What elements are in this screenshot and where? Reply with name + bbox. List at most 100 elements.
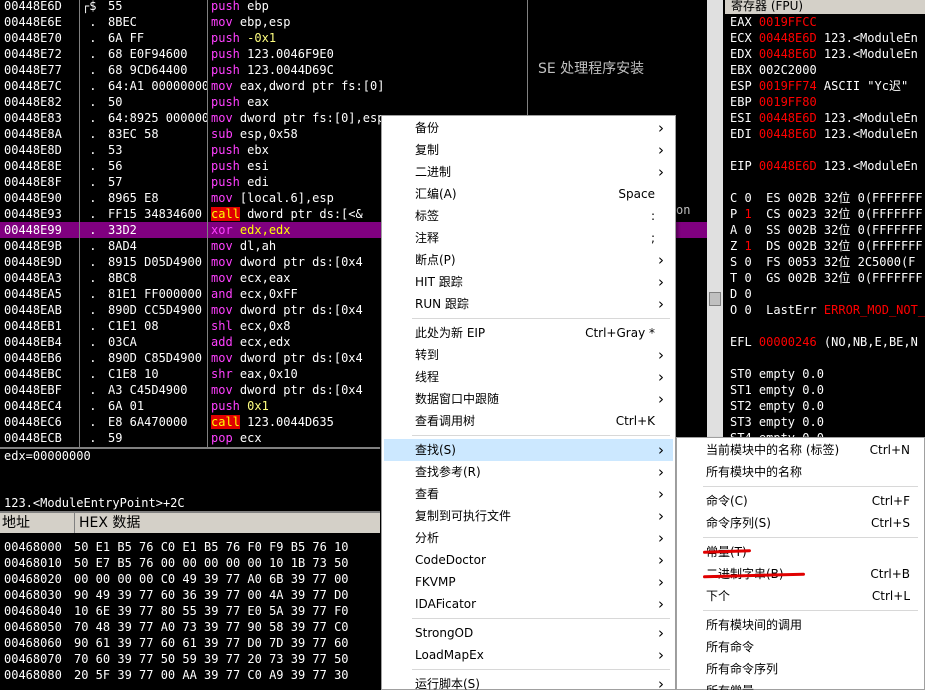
hex-dump-row[interactable]: 00468000 50 E1 B5 76 C0 E1 B5 76 F0 F9 B5…: [0, 539, 380, 555]
menu-separator: [703, 486, 918, 487]
disassembly-row[interactable]: 00448E7C . 64:A1 00000000 mov eax,dword pt…: [0, 78, 722, 94]
menu-hit-trace[interactable]: HIT 跟踪 ›: [384, 271, 673, 293]
register-row[interactable]: Z 1 DS 002B 32位 0(FFFFFFF: [730, 238, 923, 254]
menu-breakpoint[interactable]: 断点(P) ›: [384, 249, 673, 271]
hex-column-header[interactable]: HEX 数据: [74, 513, 140, 533]
menu-assemble[interactable]: 汇编(A) Space: [384, 183, 673, 205]
jump-marker: .: [82, 239, 97, 253]
menu-search[interactable]: 查找(S) ›: [384, 439, 673, 461]
register-row[interactable]: EFL 00000246 (NO,NB,E,BE,N: [730, 334, 918, 350]
hex-dump-row[interactable]: 00468070 70 60 39 77 50 59 39 77 20 73 39…: [0, 651, 380, 667]
submenu-command[interactable]: 命令(C) Ctrl+F: [679, 490, 924, 512]
register-row[interactable]: O 0 LastErr ERROR_MOD_NOT_: [730, 302, 925, 318]
instruction-hex: FF15 34834600: [108, 207, 202, 221]
menu-loadmapex[interactable]: LoadMapEx ›: [384, 644, 673, 666]
menu-analysis[interactable]: 分析 ›: [384, 527, 673, 549]
submenu-all-command-sequences[interactable]: 所有命令序列: [679, 658, 924, 680]
submenu-arrow-icon: ›: [658, 573, 664, 591]
instruction-address: 00448E8D: [4, 143, 62, 157]
register-comment: DS 002B 32位 0(FFFFFFF: [751, 239, 923, 253]
disassembly-row[interactable]: 00448E6D ┌$ 55 push ebp: [0, 0, 722, 14]
submenu-all-commands[interactable]: 所有命令: [679, 636, 924, 658]
menu-copy[interactable]: 复制 ›: [384, 139, 673, 161]
instruction-hex: 68 E0F94600: [108, 47, 188, 61]
register-row[interactable]: ST1 empty 0.0: [730, 382, 824, 398]
submenu-arrow-icon: ›: [658, 368, 664, 386]
menu-run-script[interactable]: 运行脚本(S) ›: [384, 673, 673, 690]
disassembly-row[interactable]: 00448E70 . 6A FF push -0x1: [0, 30, 722, 46]
hex-dump-row[interactable]: 00468060 90 61 39 77 60 61 39 77 D0 7D 39…: [0, 635, 380, 651]
hex-dump-row[interactable]: 00468050 70 48 39 77 A0 73 39 77 90 58 39…: [0, 619, 380, 635]
register-row[interactable]: EIP 00448E6D 123.<ModuleEn: [730, 158, 918, 174]
submenu-command-sequence[interactable]: 命令序列(S) Ctrl+S: [679, 512, 924, 534]
dump-address: 00468010: [4, 556, 62, 570]
register-row[interactable]: EDX 00448E6D 123.<ModuleEn: [730, 46, 918, 62]
scrollbar-thumb[interactable]: [709, 292, 721, 306]
menu-fkvmp[interactable]: FKVMP ›: [384, 571, 673, 593]
context-menu[interactable]: 备份 › 复制 › 二进制 › 汇编(A) Space 标签: 注释; 断点(P) › HIT 跟踪 › R…: [381, 115, 676, 690]
mnemonic: mov: [211, 303, 233, 317]
search-submenu[interactable]: 当前模块中的名称 (标签) Ctrl+N 所有模块中的名称 命令(C) Ctrl+F 命令…: [676, 437, 925, 690]
menu-follow-in-dump[interactable]: 数据窗口中跟随 ›: [384, 388, 673, 410]
operands: dword ptr ds:[0x4: [239, 255, 363, 269]
hex-dump-row[interactable]: 00468020 00 00 00 00 C0 49 39 77 A0 6B 39…: [0, 571, 380, 587]
submenu-names-all-modules[interactable]: 所有模块中的名称: [679, 461, 924, 483]
disassembly-row[interactable]: 00448E6E . 8BEC mov ebp,esp: [0, 14, 722, 30]
menu-label[interactable]: 标签:: [384, 205, 673, 227]
instruction-hex: 8AD4: [108, 239, 137, 253]
menu-view[interactable]: 查看 ›: [384, 483, 673, 505]
submenu-arrow-icon: ›: [658, 595, 664, 613]
hex-dump-pane[interactable]: 地址 HEX 数据 00468000 50 E1 B5 76 C0 E1 B5 7…: [0, 513, 380, 690]
menu-goto[interactable]: 转到 ›: [384, 344, 673, 366]
submenu-next[interactable]: 下个 Ctrl+L: [679, 585, 924, 607]
register-row[interactable]: EBP 0019FF80: [730, 94, 817, 110]
register-row[interactable]: EDI 00448E6D 123.<ModuleEn: [730, 126, 918, 142]
hex-dump-row[interactable]: 00468010 50 E7 B5 76 00 00 00 00 00 10 1B…: [0, 555, 380, 571]
submenu-arrow-icon: ›: [658, 295, 664, 313]
register-row[interactable]: ST2 empty 0.0: [730, 398, 824, 414]
hex-dump-row[interactable]: 00468040 10 6E 39 77 80 55 39 77 E0 5A 39…: [0, 603, 380, 619]
registers-pane[interactable]: 寄存器 (FPU) EAX 0019FFCC ECX 00448E6D 123.<…: [725, 0, 925, 447]
dump-bytes: 20 5F 39 77 00 AA 39 77 C0 A9 39 77 30: [74, 668, 349, 682]
jump-marker: .: [82, 143, 97, 157]
menu-call-tree[interactable]: 查看调用树 Ctrl+K: [384, 410, 673, 432]
menu-find-references[interactable]: 查找参考(R) ›: [384, 461, 673, 483]
register-row[interactable]: A 0 SS 002B 32位 0(FFFFFFF: [730, 222, 923, 238]
hex-dump-row[interactable]: 00468080 20 5F 39 77 00 AA 39 77 C0 A9 39…: [0, 667, 380, 683]
submenu-names-current-module[interactable]: 当前模块中的名称 (标签) Ctrl+N: [679, 439, 924, 461]
register-row[interactable]: ECX 00448E6D 123.<ModuleEn: [730, 30, 918, 46]
registers-title[interactable]: 寄存器 (FPU): [725, 0, 925, 14]
register-row[interactable]: D 0: [730, 286, 752, 302]
register-row[interactable]: EBX 002C2000: [730, 62, 817, 78]
register-row[interactable]: ESI 00448E6D 123.<ModuleEn: [730, 110, 918, 126]
hex-dump-row[interactable]: 00468030 90 49 39 77 60 36 39 77 00 4A 39…: [0, 587, 380, 603]
submenu-all-constants[interactable]: 所有常量: [679, 680, 924, 690]
register-row[interactable]: T 0 GS 002B 32位 0(FFFFFFF: [730, 270, 923, 286]
menu-new-eip[interactable]: 此处为新 EIP Ctrl+Gray *: [384, 322, 673, 344]
register-row[interactable]: P 1 CS 0023 32位 0(FFFFFFF: [730, 206, 923, 222]
register-row[interactable]: ST3 empty 0.0: [730, 414, 824, 430]
menu-codedoctor[interactable]: CodeDoctor ›: [384, 549, 673, 571]
menu-thread[interactable]: 线程 ›: [384, 366, 673, 388]
address-column-header[interactable]: 地址: [2, 513, 30, 533]
register-row[interactable]: ST0 empty 0.0: [730, 366, 824, 382]
menu-copy-to-executable[interactable]: 复制到可执行文件 ›: [384, 505, 673, 527]
mnemonic: push: [211, 175, 240, 189]
menu-binary[interactable]: 二进制 ›: [384, 161, 673, 183]
register-comment: 123.<ModuleEn: [816, 111, 918, 125]
instruction-text: mov dword ptr ds:[0x4: [211, 302, 363, 318]
menu-strongod[interactable]: StrongOD ›: [384, 622, 673, 644]
submenu-intermodular-calls[interactable]: 所有模块间的调用: [679, 614, 924, 636]
disassembly-row[interactable]: 00448E82 . 50 push eax: [0, 94, 722, 110]
register-row[interactable]: EAX 0019FFCC: [730, 14, 817, 30]
register-row[interactable]: ESP 0019FF74 ASCII "Yc迟": [730, 78, 908, 94]
disassembly-scrollbar[interactable]: [707, 0, 723, 447]
menu-comment[interactable]: 注释;: [384, 227, 673, 249]
register-row[interactable]: S 0 FS 0053 32位 2C5000(F: [730, 254, 915, 270]
register-value: 0019FFCC: [758, 15, 817, 29]
menu-idaficator[interactable]: IDAFicator ›: [384, 593, 673, 615]
menu-run-trace[interactable]: RUN 跟踪 ›: [384, 293, 673, 315]
mnemonic: sub: [211, 127, 233, 141]
menu-backup[interactable]: 备份 ›: [384, 117, 673, 139]
register-row[interactable]: C 0 ES 002B 32位 0(FFFFFFF: [730, 190, 923, 206]
